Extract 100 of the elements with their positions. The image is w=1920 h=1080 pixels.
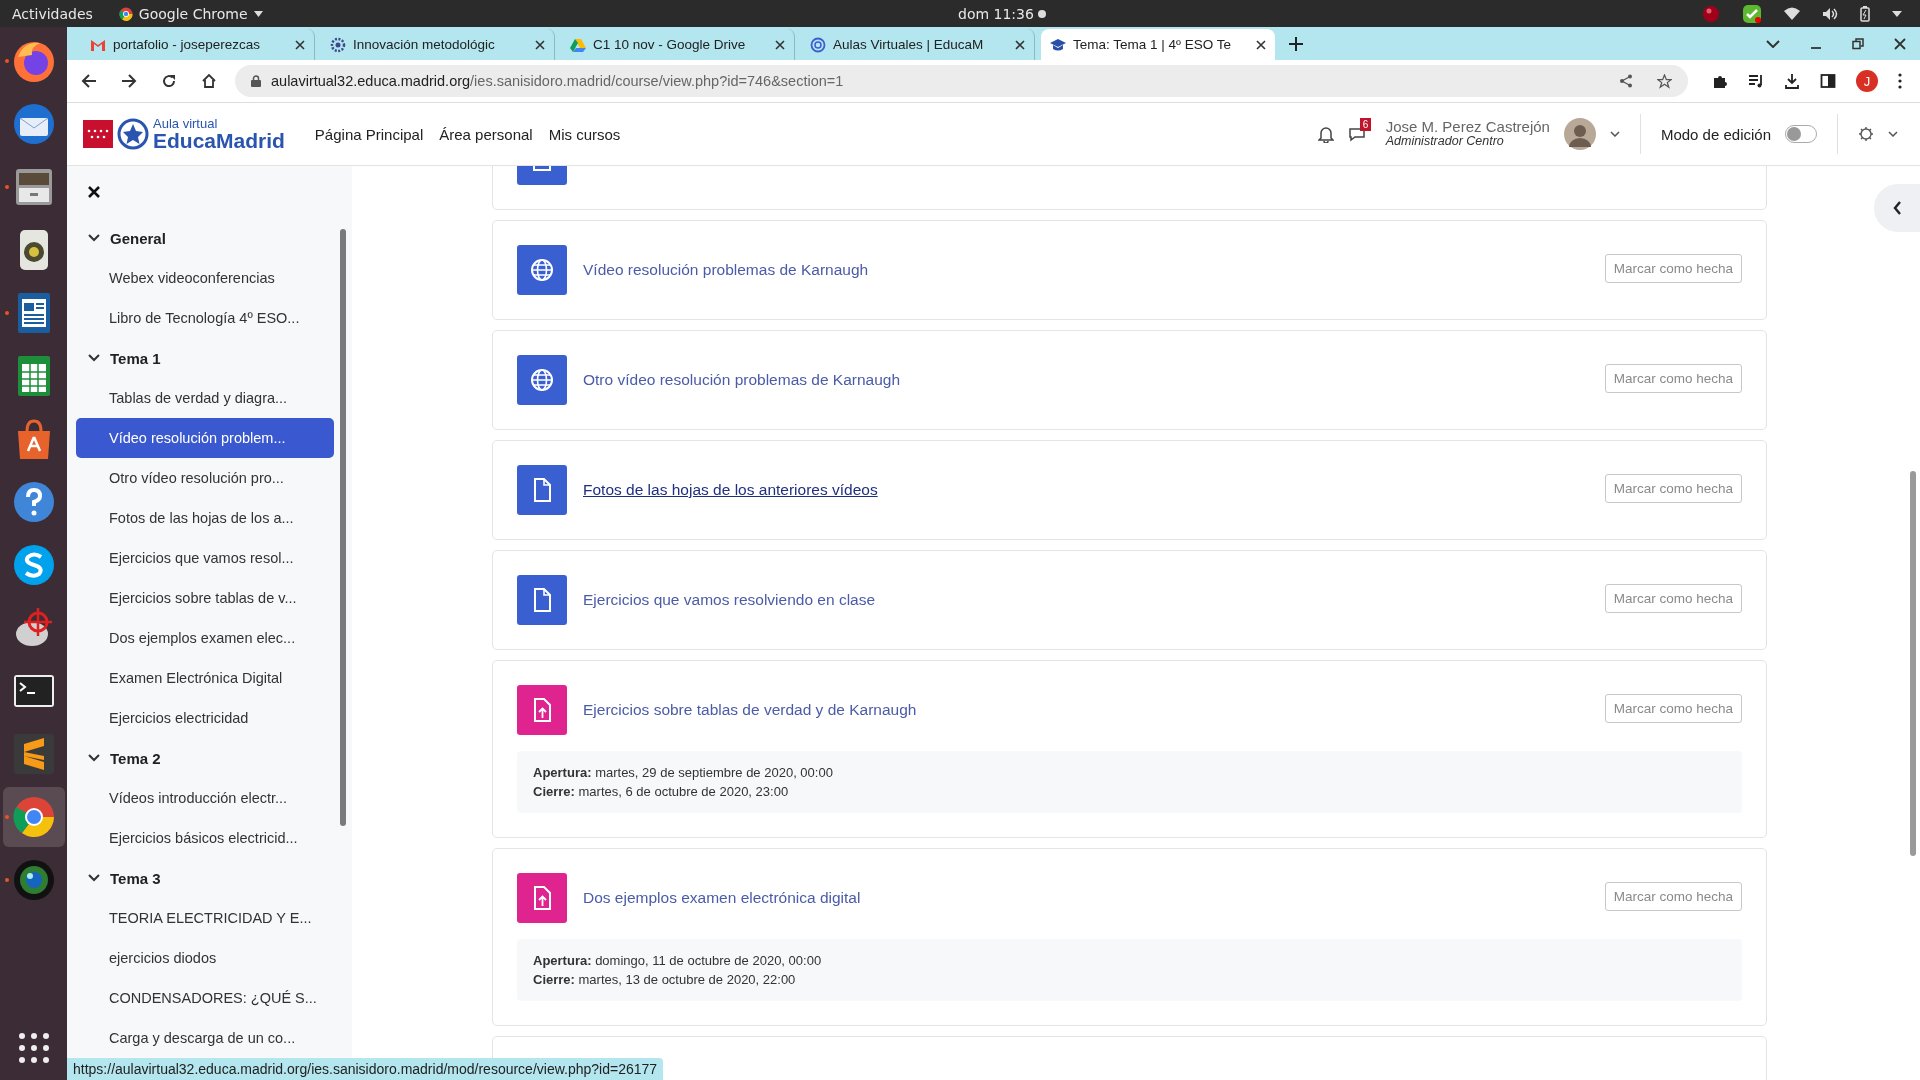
share-icon[interactable]: [1619, 74, 1633, 88]
mark-done-button[interactable]: Marcar como hecha: [1604, 882, 1742, 911]
avatar[interactable]: [1563, 118, 1596, 150]
wifi-icon[interactable]: [1784, 6, 1800, 21]
profile-avatar[interactable]: J: [1856, 70, 1878, 92]
section-header[interactable]: General: [76, 218, 352, 258]
mark-done-button[interactable]: Marcar como hecha: [1604, 474, 1742, 503]
tab-title: Aulas Virtuales | EducaM: [833, 37, 985, 52]
accessibility-icon[interactable]: [1858, 126, 1874, 142]
index-item[interactable]: Tablas de verdad y diagra...: [76, 378, 334, 418]
index-item[interactable]: Examen Electrónica Digital: [76, 658, 334, 698]
index-item[interactable]: Ejercicios electricidad: [76, 698, 334, 738]
graduation-cap-icon: [1050, 36, 1066, 53]
activity-link[interactable]: Ejercicios que vamos resolviendo en clase: [583, 575, 876, 625]
activity-link[interactable]: Ejercicios sobre tablas de verdad y de Karnaugh: [583, 685, 917, 735]
battery-icon[interactable]: [1860, 5, 1870, 22]
scrollbar[interactable]: [340, 229, 346, 826]
logo-subtitle: Aula virtual: [153, 117, 219, 130]
index-item[interactable]: Otro vídeo resolución pro...: [76, 458, 334, 498]
record-icon[interactable]: [1702, 4, 1720, 23]
side-panel-icon[interactable]: [1820, 73, 1836, 89]
media-list-icon[interactable]: [1748, 73, 1764, 89]
mark-done-button[interactable]: Marcar como hecha: [1604, 694, 1742, 723]
index-item[interactable]: Carga y descarga de un co...: [76, 1018, 334, 1058]
emblem-icon: [117, 118, 149, 150]
puzzle-icon[interactable]: [1712, 73, 1728, 89]
activities-button[interactable]: Actividades: [12, 5, 93, 22]
app-menu[interactable]: Google Chrome: [118, 5, 263, 22]
caret-icon[interactable]: [1888, 131, 1898, 137]
activity-link[interactable]: Otro vídeo resolución problemas de Karnaugh: [583, 355, 901, 405]
browser-tab[interactable]: Tema: Tema 1 | 4º ESO Te: [1041, 29, 1275, 60]
section-header[interactable]: Tema 1: [76, 338, 352, 378]
caret-icon[interactable]: [1609, 131, 1620, 137]
index-item[interactable]: ejercicios diodos: [76, 938, 334, 978]
restore-icon[interactable]: [1852, 37, 1864, 50]
activity-link[interactable]: Fotos de las hojas de los anteriores vídeos: [583, 465, 878, 515]
close-icon[interactable]: [1894, 37, 1906, 50]
date-text: Apertura: domingo, 11 de octubre de 2020, 00:00: [533, 952, 823, 970]
chevron-down-icon[interactable]: [1766, 39, 1780, 48]
close-icon[interactable]: [88, 186, 100, 198]
index-item[interactable]: Webex videoconferencias: [76, 258, 334, 298]
mark-done-button[interactable]: Marcar como hecha: [1604, 254, 1742, 283]
gear-icon: [330, 36, 346, 53]
volume-icon[interactable]: [1822, 6, 1838, 21]
index-item[interactable]: Ejercicios básicos electricid...: [76, 818, 334, 858]
nav-link[interactable]: Página Principal: [314, 125, 424, 143]
chevron-icon: [88, 234, 100, 242]
browser-tab[interactable]: Aulas Virtuales | EducaM: [801, 29, 1035, 60]
section-header[interactable]: Tema 3: [76, 858, 352, 898]
close-icon[interactable]: [775, 39, 785, 50]
edit-mode-label: Modo de edición: [1660, 125, 1771, 143]
file-upload-icon: [517, 873, 567, 923]
close-icon[interactable]: [535, 39, 545, 50]
download-icon[interactable]: [1784, 73, 1800, 89]
index-item[interactable]: Fotos de las hojas de los a...: [76, 498, 334, 538]
close-icon[interactable]: [1015, 39, 1025, 50]
close-icon[interactable]: [295, 39, 305, 50]
star-icon[interactable]: [1657, 73, 1672, 89]
chevron-icon: [88, 874, 100, 882]
more-icon[interactable]: [1898, 73, 1902, 89]
date-text: Apertura: martes, 29 de septiembre de 2020, 00:00: [533, 764, 834, 782]
new-tab-icon[interactable]: [1289, 37, 1303, 51]
index-item[interactable]: Ejercicios que vamos resol...: [76, 538, 334, 578]
index-item[interactable]: Ejercicios sobre tablas de v...: [76, 578, 334, 618]
check-icon[interactable]: [1742, 3, 1762, 24]
index-item[interactable]: Libro de Tecnología 4º ESO...: [76, 298, 334, 338]
nav-link[interactable]: Área personal: [439, 125, 533, 143]
edit-mode-toggle[interactable]: [1785, 125, 1817, 143]
browser-tab[interactable]: Innovación metodológic: [321, 29, 555, 60]
scrollbar[interactable]: [1910, 471, 1916, 856]
browser-logo-icon: [118, 6, 133, 21]
forward-icon[interactable]: [121, 73, 137, 89]
mark-done-button[interactable]: Marcar como hecha: [1604, 364, 1742, 393]
activity-link[interactable]: Vídeo resolución problemas de Karnaugh: [583, 245, 869, 295]
index-item[interactable]: Vídeos introducción electr...: [76, 778, 334, 818]
nav-link[interactable]: Mis cursos: [548, 125, 621, 143]
back-icon[interactable]: [81, 73, 97, 89]
reload-icon[interactable]: [161, 73, 177, 89]
bell-icon[interactable]: [1317, 125, 1334, 143]
user-name: Jose M. Perez Castrejón: [1385, 118, 1550, 136]
browser-tab[interactable]: portafolio - joseperezcas: [81, 29, 315, 60]
drawer-toggle[interactable]: [1874, 184, 1920, 232]
home-icon[interactable]: [201, 73, 217, 89]
chat-bubble-icon[interactable]: [1347, 126, 1366, 142]
url-text: aulavirtual32.educa.madrid.org/ies.sanisidoro.madrid/course/view.php?id=746&section=1: [271, 73, 844, 89]
index-item[interactable]: TEORIA ELECTRICIDAD Y E...: [76, 898, 334, 938]
app-grid-icon[interactable]: [17, 1032, 50, 1064]
index-item[interactable]: Vídeo resolución problem...: [76, 418, 334, 458]
section-header[interactable]: Tema 2: [76, 738, 352, 778]
logo-title: EducaMadrid: [153, 130, 285, 151]
close-icon[interactable]: [1256, 39, 1266, 50]
browser-tab[interactable]: C1 10 nov - Google Drive: [561, 29, 795, 60]
clock[interactable]: dom 11:36: [958, 5, 1034, 22]
tab-title: Tema: Tema 1 | 4º ESO Te: [1073, 37, 1232, 52]
index-item[interactable]: Dos ejemplos examen elec...: [76, 618, 334, 658]
caret-icon[interactable]: [1892, 10, 1902, 17]
mark-done-button[interactable]: Marcar como hecha: [1604, 584, 1742, 613]
index-item[interactable]: CONDENSADORES: ¿QUÉ S...: [76, 978, 334, 1018]
address-bar[interactable]: aulavirtual32.educa.madrid.org/ies.sanisidoro.madrid/course/view.php?id=746&section=1: [235, 65, 1688, 97]
activity-link[interactable]: Dos ejemplos examen electrónica digital: [583, 873, 861, 923]
